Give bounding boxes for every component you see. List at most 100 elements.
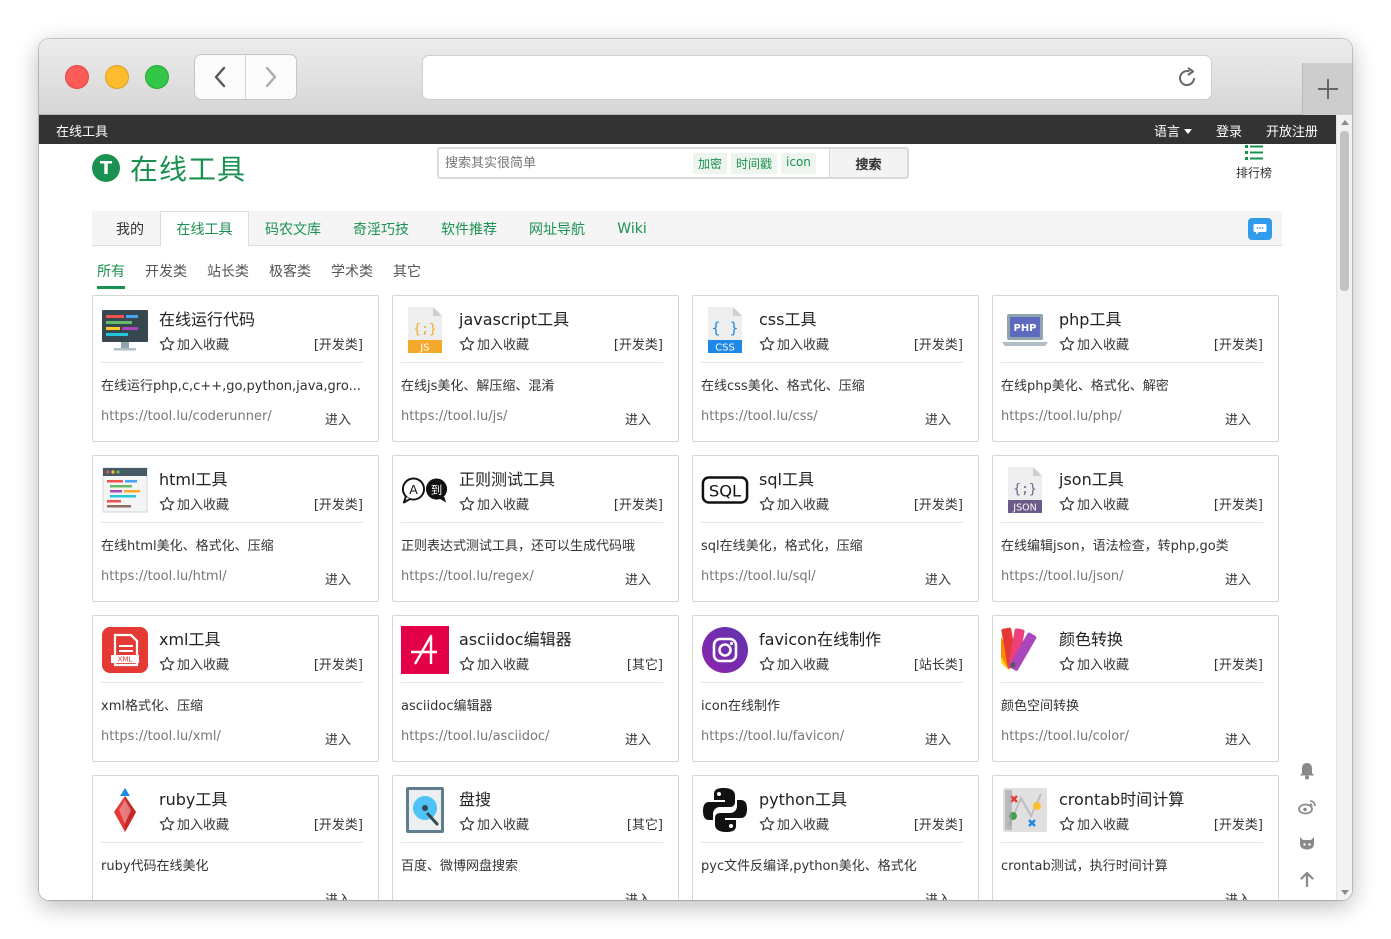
tool-category-badge[interactable]: [其它] [627,654,663,673]
category-academic[interactable]: 学术类 [331,261,373,289]
tool-category-badge[interactable]: [开发类] [614,494,663,513]
css-file-icon[interactable]: { } CSS [701,306,749,354]
add-favorite-button[interactable]: 加入收藏 [759,654,829,673]
python-logo-icon[interactable] [701,786,749,834]
enter-link[interactable]: 进入 [625,889,651,900]
html-code-icon[interactable] [101,466,149,514]
language-menu[interactable]: 语言 [1154,121,1192,140]
add-favorite-button[interactable]: 加入收藏 [1059,494,1129,513]
tool-category-badge[interactable]: [开发类] [314,494,363,513]
chat-button[interactable] [1248,218,1272,240]
zoom-window-button[interactable] [145,65,169,89]
asciidoc-icon[interactable] [401,626,449,674]
tool-card[interactable]: crontab时间计算加入收藏 [开发类] crontab测试，执行时间计算进入 [992,775,1279,900]
enter-link[interactable]: 进入 [625,729,651,748]
search-button[interactable]: 搜索 [829,149,907,177]
tab-nav-sites[interactable]: 网址导航 [517,211,597,246]
sql-icon[interactable]: SQL [701,466,749,514]
enter-link[interactable]: 进入 [1225,889,1251,900]
tool-title[interactable]: favicon在线制作 [759,626,881,650]
add-favorite-button[interactable]: 加入收藏 [159,334,229,353]
tab-mine[interactable]: 我的 [102,211,158,246]
tool-title[interactable]: crontab时间计算 [1059,786,1184,810]
tool-category-badge[interactable]: [开发类] [914,494,963,513]
tool-card[interactable]: SQL sql工具 加入收藏 [开发类] sql在线美化，格式化，压缩 https://t… [692,455,979,602]
php-laptop-icon[interactable]: PHP [1001,306,1049,354]
tool-category-badge[interactable]: [开发类] [1214,494,1263,513]
tool-title[interactable]: 在线运行代码 [159,306,255,330]
add-favorite-button[interactable]: 加入收藏 [159,494,229,513]
site-name-link[interactable]: 在线工具 [56,121,108,140]
scroll-down-arrow-icon[interactable] [1341,890,1349,895]
tool-card[interactable]: {;} JS javascript工具 加入收藏 [开发类] 在线js美化、解压缩、混淆 h… [392,295,679,442]
tool-category-badge[interactable]: [开发类] [314,814,363,833]
notification-button[interactable] [1295,753,1319,789]
tab-coder-library[interactable]: 码农文库 [253,211,333,246]
tool-title[interactable]: 正则测试工具 [459,466,555,490]
tool-title[interactable]: html工具 [159,466,227,490]
enter-link[interactable]: 进入 [325,889,351,900]
enter-link[interactable]: 进入 [325,729,351,748]
scroll-up-arrow-icon[interactable] [1341,120,1349,125]
page-scrollbar[interactable] [1336,115,1352,900]
category-webmaster[interactable]: 站长类 [207,261,249,289]
tab-online-tools[interactable]: 在线工具 [160,211,249,247]
add-favorite-button[interactable]: 加入收藏 [759,494,829,513]
add-favorite-button[interactable]: 加入收藏 [459,814,529,833]
tool-title[interactable]: asciidoc编辑器 [459,626,572,650]
add-favorite-button[interactable]: 加入收藏 [459,654,529,673]
xml-file-icon[interactable]: XML [101,626,149,674]
tab-tricks[interactable]: 奇淫巧技 [341,211,421,246]
add-favorite-button[interactable]: 加入收藏 [159,654,229,673]
add-favorite-button[interactable]: 加入收藏 [1059,814,1129,833]
tool-category-badge[interactable]: [开发类] [914,334,963,353]
add-favorite-button[interactable]: 加入收藏 [159,814,229,833]
enter-link[interactable]: 进入 [325,569,351,588]
tool-title[interactable]: php工具 [1059,306,1121,330]
login-link[interactable]: 登录 [1216,121,1242,140]
back-to-top-button[interactable] [1295,861,1319,897]
crontab-icon[interactable] [1001,786,1049,834]
tool-card[interactable]: asciidoc编辑器 加入收藏 [其它] asciidoc编辑器 https://to… [392,615,679,762]
enter-link[interactable]: 进入 [925,569,951,588]
tool-card[interactable]: { } CSS css工具 加入收藏 [开发类] 在线css美化、格式化、压缩 https:… [692,295,979,442]
add-favorite-button[interactable]: 加入收藏 [459,334,529,353]
tool-category-badge[interactable]: [站长类] [914,654,963,673]
tool-title[interactable]: sql工具 [759,466,814,490]
json-file-icon[interactable]: {;} JSON [1001,466,1049,514]
tool-category-badge[interactable]: [开发类] [614,334,663,353]
tool-title[interactable]: 颜色转换 [1059,626,1123,650]
favicon-camera-icon[interactable] [701,626,749,674]
enter-link[interactable]: 进入 [625,569,651,588]
search-tag[interactable]: icon [781,152,816,174]
tool-title[interactable]: 盘搜 [459,786,491,810]
tool-title[interactable]: python工具 [759,786,847,810]
tool-category-badge[interactable]: [开发类] [1214,334,1263,353]
tool-card[interactable]: favicon在线制作 加入收藏 [站长类] icon在线制作 https://tool… [692,615,979,762]
tab-wiki[interactable]: Wiki [606,211,658,246]
enter-link[interactable]: 进入 [1225,409,1251,428]
js-file-icon[interactable]: {;} JS [401,306,449,354]
tool-card[interactable]: ruby工具加入收藏 [开发类] ruby代码在线美化进入 [92,775,379,900]
add-favorite-button[interactable]: 加入收藏 [759,334,829,353]
enter-link[interactable]: 进入 [925,409,951,428]
close-window-button[interactable] [65,65,89,89]
register-link[interactable]: 开放注册 [1266,121,1318,140]
scrollbar-thumb[interactable] [1340,131,1349,291]
back-button[interactable] [195,55,245,99]
site-logo[interactable]: T 在线工具 [92,148,246,188]
tool-category-badge[interactable]: [开发类] [914,814,963,833]
category-other[interactable]: 其它 [393,261,421,289]
tool-title[interactable]: json工具 [1059,466,1124,490]
minimize-window-button[interactable] [105,65,129,89]
github-button[interactable] [1295,825,1319,861]
tool-category-badge[interactable]: [开发类] [1214,654,1263,673]
tool-category-badge[interactable]: [开发类] [1214,814,1263,833]
add-favorite-button[interactable]: 加入收藏 [1059,654,1129,673]
weibo-button[interactable] [1295,789,1319,825]
reload-button[interactable] [1175,66,1199,94]
search-tag[interactable]: 时间戳 [731,152,778,174]
tool-card[interactable]: XML xml工具 加入收藏 [开发类] xml格式化、压缩 https://tool.l… [92,615,379,762]
enter-link[interactable]: 进入 [925,889,951,900]
tool-card[interactable]: A 到正则测试工具 加入收藏 [开发类] 正则表达式测试工具，还可以生成代码哦 https… [392,455,679,602]
